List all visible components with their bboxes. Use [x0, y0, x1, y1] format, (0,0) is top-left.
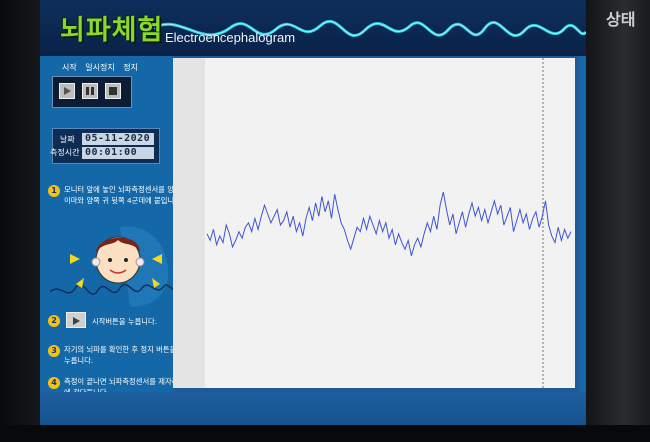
step-number-2: 2: [48, 315, 60, 327]
graph-left-margin: [173, 58, 205, 388]
step-number-3: 3: [48, 345, 60, 357]
step-text-3: 자기의 뇌파를 확인한 후 정지 버튼을 누릅니다.: [64, 345, 177, 365]
head-sensor-illustration: [50, 226, 175, 307]
measure-time-value: 00:01:00: [82, 147, 154, 159]
stop-icon: [109, 87, 117, 95]
control-labels: 시작 일시정지 정지: [62, 62, 144, 73]
stop-label: 정지: [123, 63, 139, 72]
eeg-trace-line: [206, 191, 572, 256]
monitor-bezel-left: [0, 0, 40, 425]
step-number-1: 1: [48, 185, 60, 197]
start-label: 시작: [62, 63, 77, 72]
eeg-chart: [173, 58, 572, 388]
eeg-graph-panel: [173, 58, 575, 388]
kiosk-screen: 뇌파체험 Electroencephalogram 시작 일시정지 정지 날짜 …: [40, 0, 586, 425]
pause-button[interactable]: [82, 83, 98, 99]
date-label: 날짜: [60, 135, 75, 144]
step-number-4: 4: [48, 377, 60, 389]
app-header: 뇌파체험 Electroencephalogram: [40, 0, 586, 56]
play-icon: [64, 87, 71, 95]
date-value: 05-11-2020: [82, 133, 154, 145]
background-sign-text: 상태: [606, 10, 636, 29]
app-title-korean: 뇌파체험: [60, 15, 164, 46]
play-icon: [73, 317, 80, 325]
step2-start-button-icon: [66, 312, 86, 328]
control-panel: [52, 76, 132, 108]
app-title-english: Electroencephalogram: [165, 30, 296, 45]
stop-button[interactable]: [105, 83, 121, 99]
eeg-trace-layer: [206, 191, 572, 256]
screen-bottom-band: [40, 392, 586, 425]
monitor-bezel-right: 상태: [586, 0, 650, 442]
start-button[interactable]: [59, 83, 75, 99]
monitor-bezel-bottom: [0, 425, 650, 442]
pause-label: 일시정지: [85, 63, 115, 72]
measure-time-label: 측정시간: [50, 148, 80, 157]
pause-icon: [86, 87, 94, 95]
step-text-1: 모니터 앞에 놓인 뇌파측정센서를 양쪽 이마와 양쪽 귀 뒷쪽 4군데에 붙입…: [64, 185, 184, 205]
